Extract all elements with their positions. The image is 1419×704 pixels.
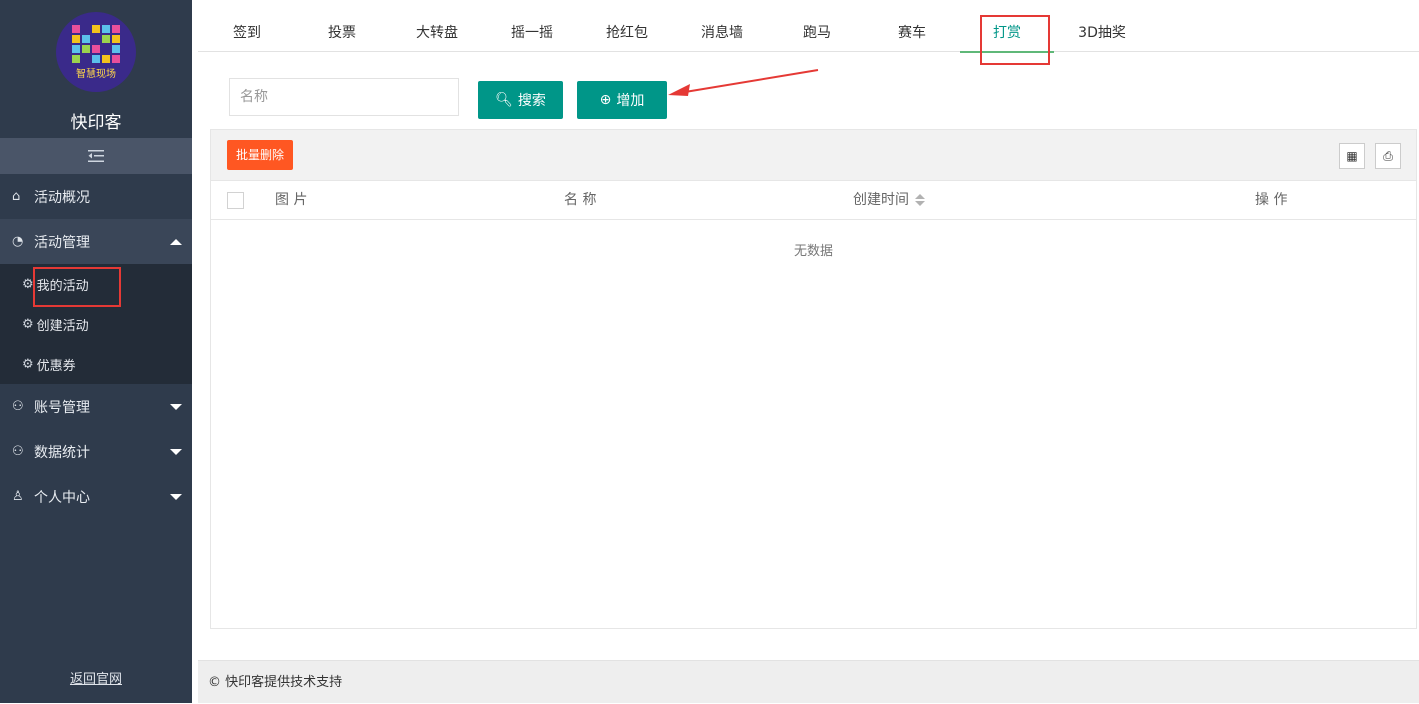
gear-icon: ⚙ — [22, 276, 34, 292]
sub-item-create-activity[interactable]: ⚙ 创建活动 — [0, 304, 192, 344]
search-button-label: 搜索 — [517, 93, 546, 109]
table-toolbar: 批量删除 ▦ ⎙ — [211, 130, 1416, 181]
user-icon: ♙ — [12, 489, 24, 504]
print-icon[interactable]: ⎙ — [1375, 143, 1401, 169]
footer: © 快印客提供技术支持 — [198, 660, 1419, 703]
users-icon: ⚇ — [12, 444, 24, 459]
highlight-box — [33, 267, 121, 307]
chevron-down-icon — [170, 403, 182, 410]
tab-wheel[interactable]: 大转盘 — [398, 14, 476, 52]
qr-code-icon — [72, 24, 120, 63]
activity-tabs: 签到 投票 大转盘 摇一摇 抢红包 消息墙 跑马 赛车 打赏 3D抽奖 — [198, 14, 1419, 53]
highlight-box — [980, 15, 1050, 65]
nav-item-label: 个人中心 — [34, 489, 90, 506]
table-header: 图 片 名 称 创建时间 操 作 — [211, 181, 1416, 220]
nav-item-overview[interactable]: ⌂ 活动概况 — [0, 174, 192, 219]
gear-icon: ⚙ — [22, 316, 34, 332]
tab-shake[interactable]: 摇一摇 — [493, 14, 571, 52]
nav-item-label: 数据统计 — [34, 444, 90, 461]
sort-icon[interactable] — [915, 193, 925, 207]
sidebar: 智慧现场 快印客 ⌂ 活动概况 ◔ 活动管理 ⚙ 我的活动 ⚙ 创建活动 ⚙ 优… — [0, 0, 192, 703]
nav-item-personal-center[interactable]: ♙ 个人中心 — [0, 474, 192, 519]
nav-item-label: 活动概况 — [34, 189, 90, 206]
batch-delete-button[interactable]: 批量删除 — [227, 140, 294, 170]
chevron-down-icon — [170, 448, 182, 455]
search-icon: 🔍︎ — [495, 92, 513, 108]
name-search-input[interactable] — [229, 78, 459, 116]
tab-3d-lottery[interactable]: 3D抽奖 — [1063, 14, 1141, 52]
tab-red-packet[interactable]: 抢红包 — [588, 14, 666, 52]
sub-item-coupons[interactable]: ⚙ 优惠券 — [0, 344, 192, 384]
add-button[interactable]: ⊕ 增加 — [577, 81, 667, 119]
gear-icon: ⚙ — [22, 356, 34, 372]
tab-checkin[interactable]: 签到 — [208, 14, 286, 52]
main-content: 签到 投票 大转盘 摇一摇 抢红包 消息墙 跑马 赛车 打赏 3D抽奖 🔍︎ 搜… — [198, 0, 1419, 703]
column-header-created-time-wrap[interactable]: 创建时间 — [853, 181, 925, 220]
nav-item-activity-management[interactable]: ◔ 活动管理 — [0, 219, 192, 264]
indent-icon — [88, 150, 104, 162]
columns-filter-icon[interactable]: ▦ — [1339, 143, 1365, 169]
tab-vote[interactable]: 投票 — [303, 14, 381, 52]
nav-item-statistics[interactable]: ⚇ 数据统计 — [0, 429, 192, 474]
tab-message-wall[interactable]: 消息墙 — [683, 14, 761, 52]
logo: 智慧现场 — [56, 12, 136, 92]
search-button[interactable]: 🔍︎ 搜索 — [478, 81, 563, 119]
logo-area: 智慧现场 快印客 — [0, 0, 192, 138]
users-icon: ⚇ — [12, 399, 24, 414]
tab-car-race[interactable]: 赛车 — [873, 14, 951, 52]
plus-circle-icon: ⊕ — [599, 92, 612, 108]
tab-horse-race[interactable]: 跑马 — [778, 14, 856, 52]
collapse-sidebar-button[interactable] — [0, 138, 192, 174]
sub-item-label: 创建活动 — [36, 318, 89, 334]
column-header-actions: 操 作 — [1255, 192, 1288, 208]
logo-text: 智慧现场 — [76, 68, 116, 80]
column-header-created-time: 创建时间 — [853, 192, 909, 208]
dashboard-icon: ◔ — [12, 234, 24, 249]
nav-item-label: 活动管理 — [34, 234, 90, 251]
empty-state: 无数据 — [793, 244, 833, 259]
column-header-image: 图 片 — [275, 192, 308, 208]
chevron-down-icon — [170, 493, 182, 500]
home-icon: ⌂ — [12, 189, 21, 204]
back-to-site-link[interactable]: 返回官网 — [0, 668, 192, 687]
column-header-name: 名 称 — [564, 192, 597, 208]
nav-item-label: 账号管理 — [34, 399, 90, 416]
select-all-checkbox[interactable] — [227, 192, 244, 209]
brand-name: 快印客 — [70, 113, 122, 133]
nav-item-account-management[interactable]: ⚇ 账号管理 — [0, 384, 192, 429]
add-button-label: 增加 — [616, 93, 645, 109]
sub-item-label: 优惠券 — [36, 358, 76, 374]
chevron-up-icon — [170, 238, 182, 245]
data-table: 批量删除 ▦ ⎙ 图 片 名 称 创建时间 操 作 无数据 — [210, 129, 1417, 629]
